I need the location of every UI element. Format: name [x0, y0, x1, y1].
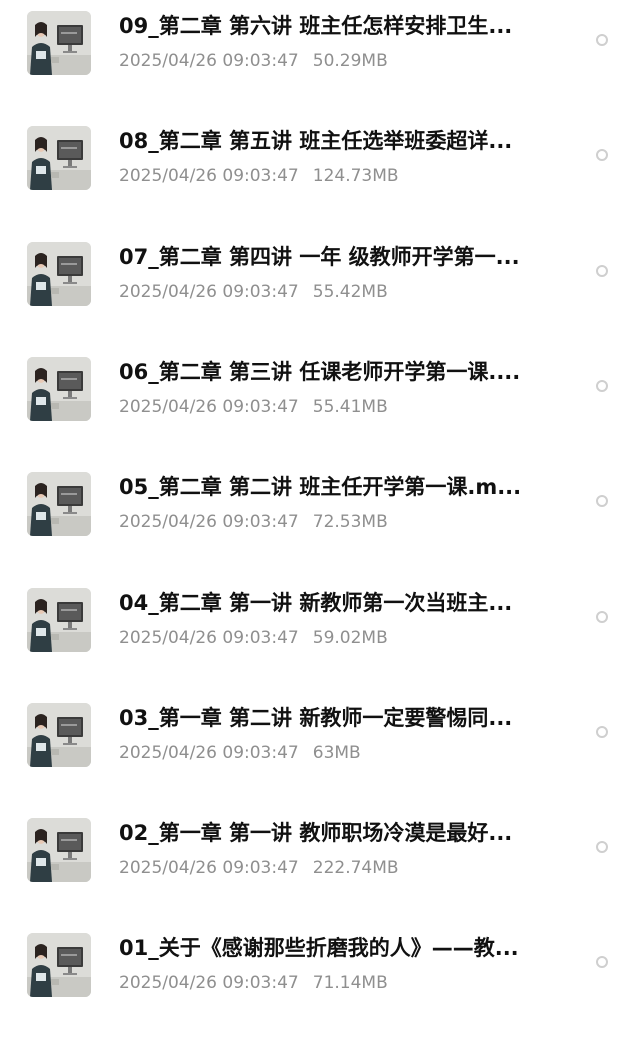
video-thumbnail-icon — [27, 703, 91, 767]
file-date: 2025/04/26 09:03:47 — [119, 166, 299, 186]
file-meta: 2025/04/26 09:03:47 55.41MB — [119, 396, 388, 418]
select-radio[interactable] — [596, 726, 608, 738]
select-radio[interactable] — [596, 611, 608, 623]
select-radio[interactable] — [596, 149, 608, 161]
file-row[interactable]: 09_第二章 第六讲 班主任怎样安排卫生... 2025/04/26 09:03… — [0, 0, 640, 115]
select-radio[interactable] — [596, 495, 608, 507]
file-row[interactable]: 08_第二章 第五讲 班主任选举班委超详... 2025/04/26 09:03… — [0, 115, 640, 230]
file-date: 2025/04/26 09:03:47 — [119, 743, 299, 763]
file-size: 71.14MB — [312, 973, 388, 993]
file-meta: 2025/04/26 09:03:47 71.14MB — [119, 972, 388, 994]
file-size: 124.73MB — [312, 166, 399, 186]
file-meta: 2025/04/26 09:03:47 124.73MB — [119, 165, 399, 187]
file-date: 2025/04/26 09:03:47 — [119, 282, 299, 302]
file-size: 63MB — [312, 743, 361, 763]
file-title: 09_第二章 第六讲 班主任怎样安排卫生... — [119, 14, 513, 38]
video-thumbnail-icon — [27, 933, 91, 997]
file-title: 03_第一章 第二讲 新教师一定要警惕同... — [119, 706, 513, 730]
file-title: 04_第二章 第一讲 新教师第一次当班主... — [119, 591, 513, 615]
file-date: 2025/04/26 09:03:47 — [119, 973, 299, 993]
file-size: 55.42MB — [312, 282, 388, 302]
file-row[interactable]: 07_第二章 第四讲 一年 级教师开学第一... 2025/04/26 09:0… — [0, 231, 640, 346]
file-title: 07_第二章 第四讲 一年 级教师开学第一... — [119, 245, 520, 269]
file-meta: 2025/04/26 09:03:47 59.02MB — [119, 627, 388, 649]
file-row[interactable]: 01_关于《感谢那些折磨我的人》——教... 2025/04/26 09:03:… — [0, 922, 640, 1037]
file-row[interactable]: 06_第二章 第三讲 任课老师开学第一课.... 2025/04/26 09:0… — [0, 346, 640, 461]
file-list: 09_第二章 第六讲 班主任怎样安排卫生... 2025/04/26 09:03… — [0, 0, 640, 1013]
file-size: 50.29MB — [312, 51, 388, 71]
select-radio[interactable] — [596, 956, 608, 968]
video-thumbnail-icon — [27, 588, 91, 652]
file-date: 2025/04/26 09:03:47 — [119, 858, 299, 878]
file-date: 2025/04/26 09:03:47 — [119, 51, 299, 71]
file-date: 2025/04/26 09:03:47 — [119, 628, 299, 648]
video-thumbnail-icon — [27, 242, 91, 306]
video-thumbnail-icon — [27, 472, 91, 536]
video-thumbnail-icon — [27, 126, 91, 190]
select-radio[interactable] — [596, 34, 608, 46]
file-size: 222.74MB — [312, 858, 399, 878]
video-thumbnail-icon — [27, 818, 91, 882]
select-radio[interactable] — [596, 265, 608, 277]
file-title: 01_关于《感谢那些折磨我的人》——教... — [119, 936, 519, 960]
file-meta: 2025/04/26 09:03:47 222.74MB — [119, 857, 399, 879]
file-meta: 2025/04/26 09:03:47 72.53MB — [119, 511, 388, 533]
file-date: 2025/04/26 09:03:47 — [119, 397, 299, 417]
file-date: 2025/04/26 09:03:47 — [119, 512, 299, 532]
file-row[interactable]: 02_第一章 第一讲 教师职场冷漠是最好... 2025/04/26 09:03… — [0, 807, 640, 922]
file-meta: 2025/04/26 09:03:47 55.42MB — [119, 281, 388, 303]
file-row[interactable]: 03_第一章 第二讲 新教师一定要警惕同... 2025/04/26 09:03… — [0, 692, 640, 807]
video-thumbnail-icon — [27, 11, 91, 75]
select-radio[interactable] — [596, 841, 608, 853]
select-radio[interactable] — [596, 380, 608, 392]
file-title: 02_第一章 第一讲 教师职场冷漠是最好... — [119, 821, 513, 845]
file-title: 08_第二章 第五讲 班主任选举班委超详... — [119, 129, 513, 153]
file-meta: 2025/04/26 09:03:47 63MB — [119, 742, 361, 764]
file-size: 55.41MB — [312, 397, 388, 417]
file-row[interactable]: 05_第二章 第二讲 班主任开学第一课.m... 2025/04/26 09:0… — [0, 461, 640, 576]
file-size: 72.53MB — [312, 512, 388, 532]
video-thumbnail-icon — [27, 357, 91, 421]
file-size: 59.02MB — [312, 628, 388, 648]
file-row[interactable]: 04_第二章 第一讲 新教师第一次当班主... 2025/04/26 09:03… — [0, 577, 640, 692]
file-title: 06_第二章 第三讲 任课老师开学第一课.... — [119, 360, 521, 384]
file-meta: 2025/04/26 09:03:47 50.29MB — [119, 50, 388, 72]
file-title: 05_第二章 第二讲 班主任开学第一课.m... — [119, 475, 522, 499]
